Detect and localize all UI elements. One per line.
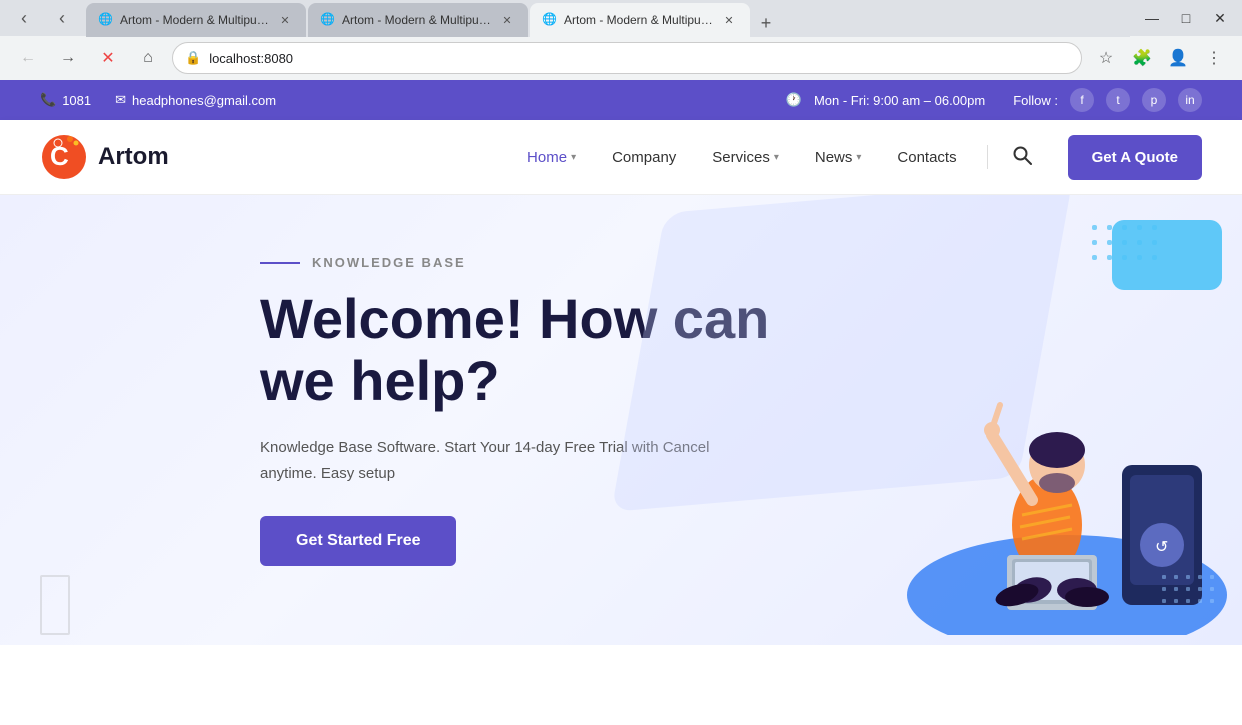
extensions-btn[interactable]: 🧩 bbox=[1126, 42, 1158, 74]
tab-close-1[interactable]: ✕ bbox=[276, 11, 294, 29]
logo-icon: C bbox=[40, 133, 88, 181]
window-close-btn[interactable]: ✕ bbox=[1206, 4, 1234, 32]
nav-news[interactable]: News ▾ bbox=[801, 141, 876, 174]
svg-text:↺: ↺ bbox=[1155, 539, 1168, 556]
decorative-box bbox=[40, 575, 70, 635]
website-content: 📞 1081 ✉ headphones@gmail.com 🕐 Mon - Fr… bbox=[0, 80, 1242, 687]
tab-close-3[interactable]: ✕ bbox=[720, 11, 738, 29]
news-label: News bbox=[815, 149, 853, 166]
nav-contacts[interactable]: Contacts bbox=[883, 141, 970, 174]
hero-title-line2: we help? bbox=[260, 349, 500, 412]
home-button[interactable]: ⌂ bbox=[132, 42, 164, 74]
twitter-icon[interactable]: t bbox=[1106, 88, 1130, 112]
hero-tag-text: KNOWLEDGE BASE bbox=[312, 255, 466, 270]
pinterest-icon[interactable]: p bbox=[1142, 88, 1166, 112]
hero-svg: ↺ bbox=[892, 215, 1242, 635]
facebook-icon[interactable]: f bbox=[1070, 88, 1094, 112]
info-bar-right: 🕐 Mon - Fri: 9:00 am – 06.00pm Follow : … bbox=[786, 88, 1202, 112]
tab-back-btn2[interactable]: ‹ bbox=[46, 2, 78, 34]
window-minimize-btn[interactable]: — bbox=[1138, 4, 1166, 32]
forward-button[interactable]: → bbox=[52, 42, 84, 74]
new-tab-button[interactable]: + bbox=[752, 9, 780, 37]
url-input[interactable] bbox=[209, 51, 1069, 66]
follow-label: Follow : bbox=[1013, 93, 1058, 108]
nav-home[interactable]: Home ▾ bbox=[513, 141, 590, 174]
tab-favicon-1: 🌐 bbox=[98, 12, 114, 28]
phone-info: 📞 1081 bbox=[40, 92, 91, 108]
email-icon: ✉ bbox=[115, 92, 126, 108]
tab-title-1: Artom - Modern & Multipur... bbox=[120, 13, 270, 27]
menu-btn[interactable]: ⋮ bbox=[1198, 42, 1230, 74]
hero-section: KNOWLEDGE BASE Welcome! How can we help?… bbox=[0, 195, 1242, 645]
browser-tab-1[interactable]: 🌐 Artom - Modern & Multipur... ✕ bbox=[86, 3, 306, 37]
tab-favicon-2: 🌐 bbox=[320, 12, 336, 28]
home-chevron: ▾ bbox=[571, 152, 576, 163]
logo-text: Artom bbox=[98, 143, 169, 171]
site-logo[interactable]: C Artom bbox=[40, 133, 169, 181]
news-chevron: ▾ bbox=[856, 152, 861, 163]
nav-links: Home ▾ Company Services ▾ News ▾ Contact… bbox=[513, 137, 1040, 178]
get-quote-button[interactable]: Get A Quote bbox=[1068, 135, 1202, 180]
browser-actions: ☆ 🧩 👤 ⋮ bbox=[1090, 42, 1230, 74]
nav-divider bbox=[987, 145, 988, 169]
back-button[interactable]: ← bbox=[12, 42, 44, 74]
window-maximize-btn[interactable]: □ bbox=[1172, 4, 1200, 32]
profile-btn[interactable]: 👤 bbox=[1162, 42, 1194, 74]
tab-close-2[interactable]: ✕ bbox=[498, 11, 516, 29]
email-info: ✉ headphones@gmail.com bbox=[115, 92, 276, 108]
reload-button[interactable]: ✕ bbox=[92, 42, 124, 74]
search-icon bbox=[1012, 145, 1032, 165]
security-icon: 🔒 bbox=[185, 50, 201, 66]
main-nav: C Artom Home ▾ Company Services ▾ News ▾ bbox=[0, 120, 1242, 195]
tab-favicon-3: 🌐 bbox=[542, 12, 558, 28]
email-address: headphones@gmail.com bbox=[132, 93, 276, 108]
browser-nav-bar: ← → ✕ ⌂ 🔒 ☆ 🧩 👤 ⋮ bbox=[0, 36, 1242, 80]
contacts-label: Contacts bbox=[897, 149, 956, 166]
company-label: Company bbox=[612, 149, 676, 166]
tab-back-btn[interactable]: ‹ bbox=[8, 2, 40, 34]
services-label: Services bbox=[712, 149, 770, 166]
info-bar-left: 📞 1081 ✉ headphones@gmail.com bbox=[40, 92, 276, 108]
search-button[interactable] bbox=[1004, 137, 1040, 178]
phone-number: 1081 bbox=[62, 93, 91, 108]
hero-cta-button[interactable]: Get Started Free bbox=[260, 516, 456, 566]
bookmark-btn[interactable]: ☆ bbox=[1090, 42, 1122, 74]
info-bar: 📞 1081 ✉ headphones@gmail.com 🕐 Mon - Fr… bbox=[0, 80, 1242, 120]
tab-title-3: Artom - Modern & Multipur... bbox=[564, 13, 714, 27]
address-bar[interactable]: 🔒 bbox=[172, 42, 1082, 74]
nav-company[interactable]: Company bbox=[598, 141, 690, 174]
browser-tab-2[interactable]: 🌐 Artom - Modern & Multipur... ✕ bbox=[308, 3, 528, 37]
business-hours: Mon - Fri: 9:00 am – 06.00pm bbox=[814, 93, 985, 108]
services-chevron: ▾ bbox=[774, 152, 779, 163]
browser-title-bar: ‹ ‹ 🌐 Artom - Modern & Multipur... ✕ 🌐 A… bbox=[0, 0, 1242, 36]
tabs-bar: 🌐 Artom - Modern & Multipur... ✕ 🌐 Artom… bbox=[86, 0, 1130, 37]
phone-icon: 📞 bbox=[40, 92, 56, 108]
browser-tab-3[interactable]: 🌐 Artom - Modern & Multipur... ✕ bbox=[530, 3, 750, 37]
clock-icon: 🕐 bbox=[786, 92, 802, 108]
hero-illustration: ↺ bbox=[892, 215, 1242, 635]
linkedin-icon[interactable]: in bbox=[1178, 88, 1202, 112]
hero-tag-line bbox=[260, 262, 300, 264]
nav-services[interactable]: Services ▾ bbox=[698, 141, 793, 174]
window-controls: ‹ ‹ bbox=[8, 2, 78, 34]
tab-title-2: Artom - Modern & Multipur... bbox=[342, 13, 492, 27]
home-label: Home bbox=[527, 149, 567, 166]
